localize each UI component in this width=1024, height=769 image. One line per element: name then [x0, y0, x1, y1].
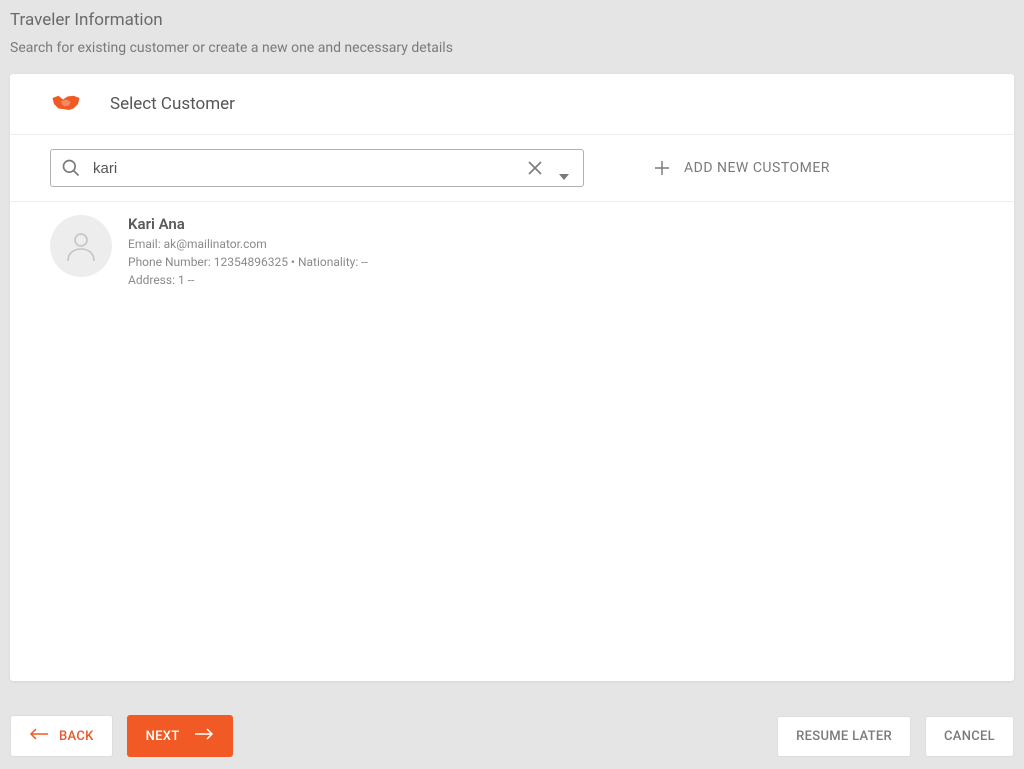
next-button[interactable]: NEXT: [127, 715, 233, 757]
main-card: Select Customer: [10, 74, 1014, 681]
page-subtitle: Search for existing customer or create a…: [10, 40, 1014, 56]
resume-later-label: RESUME LATER: [796, 729, 892, 744]
plus-icon: [654, 160, 670, 176]
result-phone-nationality: Phone Number: 12354896325 • Nationality:…: [128, 253, 368, 271]
result-row[interactable]: Kari Ana Email: ak@mailinator.com Phone …: [10, 202, 1014, 302]
chevron-down-icon[interactable]: [559, 165, 569, 171]
section-header: Select Customer: [10, 74, 1014, 135]
add-customer-button[interactable]: ADD NEW CUSTOMER: [654, 160, 830, 176]
cancel-button[interactable]: CANCEL: [925, 716, 1014, 757]
handshake-icon: [48, 92, 84, 116]
next-label: NEXT: [146, 729, 180, 744]
footer-bar: BACK NEXT RESUME LATER CANCEL: [10, 715, 1014, 757]
cancel-label: CANCEL: [944, 729, 995, 744]
search-input[interactable]: [93, 160, 527, 177]
search-icon: [61, 158, 81, 178]
result-info: Kari Ana Email: ak@mailinator.com Phone …: [128, 215, 368, 289]
back-button[interactable]: BACK: [10, 715, 113, 757]
search-row: ADD NEW CUSTOMER: [10, 135, 1014, 202]
arrow-left-icon: [29, 728, 49, 744]
add-customer-label: ADD NEW CUSTOMER: [684, 160, 830, 176]
result-email: Email: ak@mailinator.com: [128, 235, 368, 253]
arrow-right-icon: [194, 728, 214, 744]
resume-later-button[interactable]: RESUME LATER: [777, 716, 911, 757]
result-name: Kari Ana: [128, 215, 368, 233]
back-label: BACK: [59, 729, 94, 744]
avatar: [50, 215, 112, 277]
search-container[interactable]: [50, 149, 584, 187]
clear-icon[interactable]: [527, 160, 543, 176]
section-title: Select Customer: [110, 94, 235, 114]
page-title: Traveler Information: [10, 10, 1014, 30]
result-address: Address: 1 --: [128, 271, 368, 289]
